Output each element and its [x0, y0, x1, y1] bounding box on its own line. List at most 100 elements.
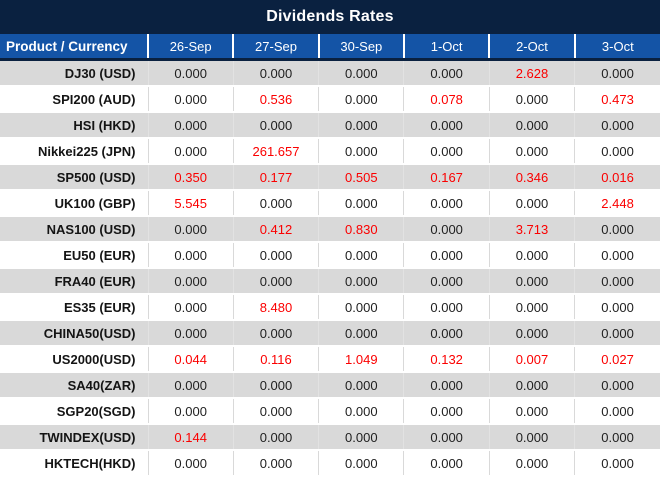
dividend-value-cell: 0.000	[318, 450, 404, 477]
date-column-header: 30-Sep	[317, 34, 404, 61]
dividend-value-cell: 0.000	[318, 424, 404, 451]
dividend-value-cell: 8.480	[232, 294, 319, 321]
dividend-value-cell: 0.132	[403, 346, 490, 373]
dividend-value-cell: 0.000	[318, 398, 404, 425]
table-title: Dividends Rates	[0, 0, 660, 34]
dividend-value-cell: 0.000	[488, 138, 575, 165]
dividend-value-cell: 0.000	[232, 450, 319, 477]
dividend-value-cell: 0.000	[403, 112, 490, 139]
table-row: ES35 (EUR) 0.000 8.480 0.000 0.000 0.000 0.000	[0, 294, 660, 321]
dividend-value-cell: 0.000	[147, 320, 234, 347]
dividend-value-cell: 0.000	[147, 268, 234, 295]
table-row: DJ30 (USD) 0.000 0.000 0.000 0.000 2.628 0.000	[0, 59, 660, 87]
dividend-value-cell: 0.000	[488, 372, 575, 399]
dividend-value-cell: 1.049	[318, 346, 404, 373]
dividend-value-cell: 0.000	[232, 268, 319, 295]
dividend-value-cell: 0.000	[318, 294, 404, 321]
dividend-value-cell: 0.000	[574, 320, 660, 347]
table-row: CHINA50(USD) 0.000 0.000 0.000 0.000 0.000 0.0…	[0, 320, 660, 347]
dividend-value-cell: 0.000	[318, 59, 404, 87]
table-row: HKTECH(HKD) 0.000 0.000 0.000 0.000 0.000 0.00…	[0, 450, 660, 477]
dividend-value-cell: 0.000	[232, 112, 319, 139]
product-cell: NAS100 (USD)	[0, 216, 148, 243]
dividend-value-cell: 0.000	[147, 59, 234, 87]
table-body: DJ30 (USD) 0.000 0.000 0.000 0.000 2.628 0.000…	[0, 59, 660, 477]
dividend-value-cell: 3.713	[488, 216, 575, 243]
table-row: NAS100 (USD) 0.000 0.412 0.830 0.000 3.713 0.0…	[0, 216, 660, 243]
dividend-value-cell: 0.473	[574, 86, 660, 113]
dividend-value-cell: 0.000	[574, 398, 660, 425]
dividend-value-cell: 0.000	[147, 242, 234, 269]
product-cell: SPI200 (AUD)	[0, 86, 148, 113]
dividend-value-cell: 0.000	[574, 268, 660, 295]
dividend-value-cell: 0.000	[232, 398, 319, 425]
dividend-value-cell: 0.830	[318, 216, 404, 243]
dividend-value-cell: 0.000	[574, 216, 660, 243]
dividend-value-cell: 0.000	[488, 112, 575, 139]
dividend-value-cell: 0.000	[403, 320, 490, 347]
dividend-value-cell: 0.000	[318, 372, 404, 399]
dividend-value-cell: 0.000	[488, 86, 575, 113]
table-row: HSI (HKD) 0.000 0.000 0.000 0.000 0.000 0.000	[0, 112, 660, 139]
header-row: Product / Currency 26-Sep 27-Sep 30-Sep 1-Oc…	[0, 34, 660, 61]
dividend-value-cell: 0.000	[147, 138, 234, 165]
dividend-value-cell: 0.044	[147, 346, 234, 373]
dividend-value-cell: 0.000	[147, 372, 234, 399]
product-cell: HSI (HKD)	[0, 112, 148, 139]
dividend-value-cell: 0.167	[403, 164, 490, 191]
dividend-value-cell: 0.000	[403, 190, 490, 217]
product-cell: SP500 (USD)	[0, 164, 148, 191]
dividend-value-cell: 0.000	[488, 268, 575, 295]
product-cell: SA40(ZAR)	[0, 372, 148, 399]
dividend-value-cell: 0.000	[318, 112, 404, 139]
dividend-value-cell: 0.000	[232, 190, 319, 217]
dividend-value-cell: 0.536	[232, 86, 319, 113]
dividends-rates-widget: Dividends Rates Product / Currency 26-Sep…	[0, 0, 660, 478]
dividend-value-cell: 5.545	[147, 190, 234, 217]
product-cell: SGP20(SGD)	[0, 398, 148, 425]
dividend-value-cell: 0.000	[318, 268, 404, 295]
product-cell: EU50 (EUR)	[0, 242, 148, 269]
dividend-value-cell: 0.000	[318, 320, 404, 347]
dividend-value-cell: 0.000	[147, 216, 234, 243]
dividend-value-cell: 0.000	[232, 372, 319, 399]
dividend-value-cell: 0.000	[403, 59, 490, 87]
dividend-value-cell: 0.000	[318, 86, 404, 113]
product-cell: ES35 (EUR)	[0, 294, 148, 321]
dividend-value-cell: 0.000	[488, 398, 575, 425]
dividend-value-cell: 0.000	[403, 424, 490, 451]
dividend-value-cell: 0.000	[574, 372, 660, 399]
dividend-value-cell: 0.007	[488, 346, 575, 373]
dividend-value-cell: 0.000	[488, 242, 575, 269]
dividend-value-cell: 0.000	[147, 294, 234, 321]
product-cell: TWINDEX(USD)	[0, 424, 148, 451]
dividend-value-cell: 0.000	[232, 242, 319, 269]
table-row: SGP20(SGD) 0.000 0.000 0.000 0.000 0.000 0.000	[0, 398, 660, 425]
dividend-value-cell: 261.657	[232, 138, 319, 165]
date-column-header: 3-Oct	[573, 34, 660, 61]
product-cell: Nikkei225 (JPN)	[0, 138, 148, 165]
dividend-value-cell: 0.000	[574, 242, 660, 269]
dividend-value-cell: 0.000	[318, 138, 404, 165]
dividend-value-cell: 0.346	[488, 164, 575, 191]
dividend-value-cell: 0.000	[232, 59, 319, 87]
table-row: UK100 (GBP) 5.545 0.000 0.000 0.000 0.000 2.44…	[0, 190, 660, 217]
dividend-value-cell: 0.000	[403, 450, 490, 477]
table-row: US2000(USD) 0.044 0.116 1.049 0.132 0.007 0.02…	[0, 346, 660, 373]
dividend-value-cell: 0.350	[147, 164, 234, 191]
dividend-value-cell: 0.000	[574, 450, 660, 477]
dividend-value-cell: 0.144	[147, 424, 234, 451]
dividend-value-cell: 0.177	[232, 164, 319, 191]
dividend-value-cell: 0.000	[318, 242, 404, 269]
product-cell: HKTECH(HKD)	[0, 450, 148, 477]
dividend-value-cell: 0.027	[574, 346, 660, 373]
dividend-value-cell: 0.000	[574, 424, 660, 451]
dividend-value-cell: 0.000	[403, 138, 490, 165]
table-row: TWINDEX(USD) 0.144 0.000 0.000 0.000 0.000 0.0…	[0, 424, 660, 451]
dividend-value-cell: 0.000	[147, 112, 234, 139]
product-cell: FRA40 (EUR)	[0, 268, 148, 295]
dividend-value-cell: 0.000	[403, 268, 490, 295]
dividend-value-cell: 0.000	[488, 450, 575, 477]
dividend-value-cell: 0.116	[232, 346, 319, 373]
dividend-value-cell: 0.000	[488, 294, 575, 321]
